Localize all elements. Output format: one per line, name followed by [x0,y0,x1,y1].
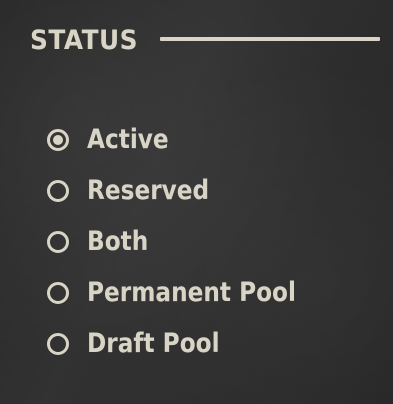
status-option-active[interactable]: Active [47,114,330,165]
status-option-label: Active [87,124,169,155]
status-option-permanent-pool[interactable]: Permanent Pool [47,267,330,318]
status-option-reserved[interactable]: Reserved [47,165,330,216]
status-header: STATUS [30,22,380,58]
section-title: STATUS [30,24,138,56]
radio-selected-icon[interactable] [47,128,69,151]
status-option-both[interactable]: Both [47,216,330,267]
status-option-label: Both [87,226,149,257]
radio-unselected-icon[interactable] [47,332,69,355]
radio-unselected-icon[interactable] [47,179,69,202]
status-option-label: Reserved [87,175,210,206]
status-radio-group: Active Reserved Both Permanent Pool Draf… [47,114,330,369]
status-option-label: Draft Pool [87,328,220,359]
header-divider [160,37,380,41]
radio-unselected-icon[interactable] [47,230,69,253]
status-option-label: Permanent Pool [87,277,296,308]
status-filter-panel: STATUS Active Reserved Both Permanent Po… [0,0,393,404]
radio-unselected-icon[interactable] [47,281,69,304]
status-option-draft-pool[interactable]: Draft Pool [47,318,330,369]
